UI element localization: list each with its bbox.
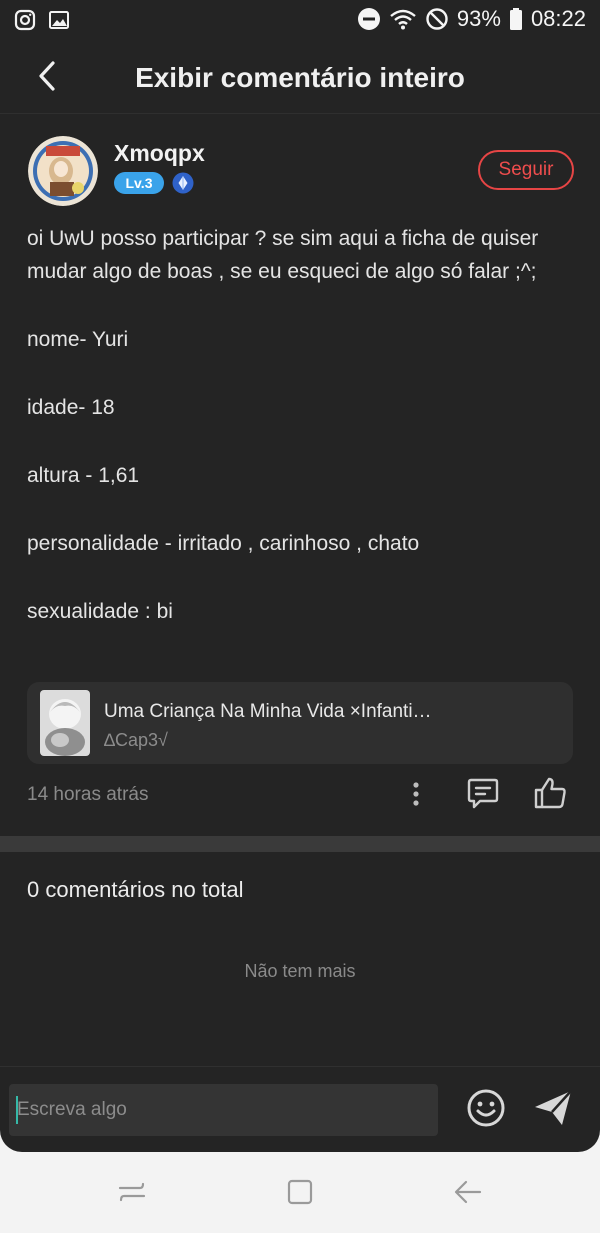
comment-paragraph: nome- Yuri	[27, 328, 129, 351]
story-title: Uma Criança Na Minha Vida ×Infanti…	[104, 701, 432, 722]
battery-percent: 93%	[456, 6, 501, 31]
comment-body: oi UwU posso participar ? se sim aqui a …	[27, 222, 583, 663]
timestamp: 14 horas atrás	[27, 784, 149, 805]
section-divider	[0, 836, 600, 852]
follow-button[interactable]: Seguir	[478, 150, 574, 190]
comment-paragraph: idade- 18	[27, 396, 115, 419]
nav-back-icon[interactable]	[452, 1176, 484, 1208]
story-cover-thumbnail	[40, 690, 90, 756]
text-caret	[16, 1096, 18, 1124]
comments-total: 0 comentários no total	[27, 877, 244, 902]
comment-paragraph: altura - 1,61	[27, 464, 140, 487]
dnd-icon	[357, 8, 380, 30]
level-badge: Lv.3	[114, 172, 164, 194]
recent-apps-icon[interactable]	[116, 1176, 148, 1208]
home-icon[interactable]	[284, 1176, 316, 1208]
gallery-icon	[49, 11, 69, 29]
no-signal-icon	[426, 8, 448, 30]
comment-paragraph: sexualidade : bi	[27, 600, 173, 623]
clock: 08:22	[530, 6, 586, 31]
linked-story-card[interactable]: Uma Criança Na Minha Vida ×Infanti… ∆Cap…	[27, 682, 573, 764]
comment-input[interactable]	[9, 1084, 438, 1136]
no-more-label: Não tem mais	[244, 961, 356, 981]
like-icon[interactable]	[532, 776, 568, 810]
more-options-icon[interactable]	[403, 779, 429, 809]
app-header: Exibir comentário inteiro	[0, 42, 600, 114]
emoji-icon[interactable]	[466, 1088, 506, 1128]
instagram-icon	[14, 9, 36, 31]
send-icon[interactable]	[532, 1087, 574, 1129]
story-chapter: ∆Cap3√	[104, 730, 168, 750]
page-title: Exibir comentário inteiro	[135, 62, 465, 93]
comment-paragraph: oi UwU posso participar ? se sim aqui a …	[27, 227, 545, 283]
battery-icon	[509, 8, 522, 30]
screen: 93% 08:22 Exibir comentário inteiro Xmoq…	[0, 0, 600, 1152]
avatar[interactable]	[28, 136, 98, 206]
crystal-badge-icon	[172, 172, 194, 194]
comment-paragraph: personalidade - irritado , carinhoso , c…	[27, 532, 420, 555]
wifi-icon	[390, 9, 416, 30]
author-name[interactable]: Xmoqpx	[114, 140, 205, 167]
reply-icon[interactable]	[466, 776, 500, 810]
comment-composer	[0, 1066, 600, 1152]
status-bar: 93% 08:22	[0, 0, 600, 42]
system-nav-bar	[0, 1152, 600, 1233]
